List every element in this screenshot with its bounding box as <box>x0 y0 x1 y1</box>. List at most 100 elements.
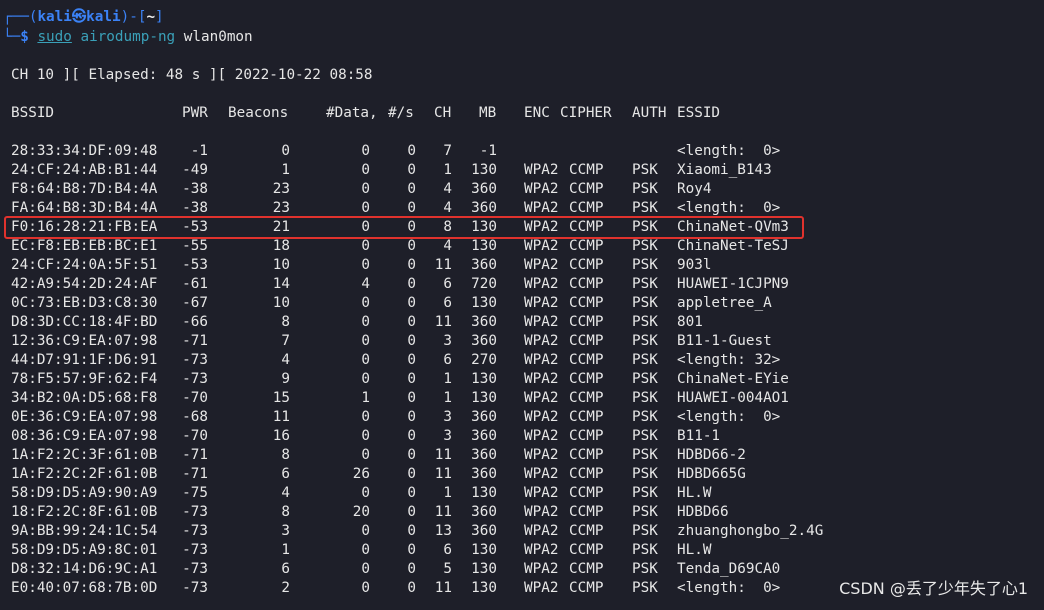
cell-auth: PSK <box>632 504 658 520</box>
cell-mb: 360 <box>471 409 497 425</box>
cell-per-s: 0 <box>407 314 416 330</box>
cell-beacons: 1 <box>281 162 290 178</box>
table-row: 42:A9:54:2D:24:AF -61 14 4 0 6 720 WPA2 CCMP PSK H… <box>0 275 1044 294</box>
cell-beacons: 18 <box>272 238 290 254</box>
cell-cipher: CCMP <box>569 485 604 501</box>
cell-ch: 1 <box>443 371 452 387</box>
cell-data: 0 <box>361 428 370 444</box>
cell-ch: 3 <box>443 333 452 349</box>
table-row: EC:F8:EB:EB:BC:E1 -55 18 0 0 4 130 WPA2 CCMP PSK C… <box>0 237 1044 256</box>
cell-data: 0 <box>361 181 370 197</box>
cell-auth: PSK <box>632 352 658 368</box>
command-program: airodump-ng <box>80 29 176 45</box>
cell-pwr: -67 <box>182 295 208 311</box>
cell-enc: WPA2 <box>524 257 559 273</box>
cell-pwr: -73 <box>182 504 208 520</box>
cell-data: 0 <box>361 447 370 463</box>
cell-auth: PSK <box>632 333 658 349</box>
cell-data: 0 <box>361 523 370 539</box>
cell-cipher: CCMP <box>569 523 604 539</box>
cell-ch: 11 <box>434 466 452 482</box>
cell-bssid: 42:A9:54:2D:24:AF <box>11 276 158 292</box>
table-row: 08:36:C9:EA:07:98 -70 16 0 0 3 360 WPA2 CCMP PSK B… <box>0 427 1044 446</box>
cell-beacons: 23 <box>272 181 290 197</box>
cell-essid: Xiaomi_B143 <box>677 162 772 178</box>
cell-enc: WPA2 <box>524 371 559 387</box>
cell-cipher: CCMP <box>569 257 604 273</box>
cell-beacons: 4 <box>281 352 290 368</box>
prompt-corner: └─ <box>3 29 21 45</box>
cell-bssid: 08:36:C9:EA:07:98 <box>11 428 158 444</box>
cell-bssid: 1A:F2:2C:3F:61:0B <box>11 447 158 463</box>
cell-ch: 6 <box>443 295 452 311</box>
cell-essid: HDBD66 <box>677 504 729 520</box>
cell-pwr: -71 <box>182 333 208 349</box>
column-header-pwr: PWR <box>182 105 208 121</box>
cell-enc: WPA2 <box>524 561 559 577</box>
cell-data: 0 <box>361 352 370 368</box>
table-row: 1A:F2:2C:3F:61:0B -71 8 0 0 11 360 WPA2 CCMP PSK H… <box>0 446 1044 465</box>
cell-pwr: -70 <box>182 390 208 406</box>
cell-per-s: 0 <box>407 504 416 520</box>
cell-data: 0 <box>361 580 370 596</box>
cell-cipher: CCMP <box>569 314 604 330</box>
cell-enc: WPA2 <box>524 390 559 406</box>
status-line: CH 10 ][ Elapsed: 48 s ][ 2022-10-22 08:… <box>11 67 373 83</box>
prompt-end-bracket: ] <box>155 9 164 25</box>
cell-cipher: CCMP <box>569 276 604 292</box>
cell-cipher: CCMP <box>569 295 604 311</box>
cell-mb: 130 <box>471 561 497 577</box>
cell-pwr: -61 <box>182 276 208 292</box>
prompt-close-bracket: )-[ <box>120 9 147 25</box>
cell-pwr: -75 <box>182 485 208 501</box>
column-header-beacons: Beacons <box>228 105 289 121</box>
cell-enc: WPA2 <box>524 276 559 292</box>
cell-beacons: 2 <box>281 580 290 596</box>
cell-bssid: 12:36:C9:EA:07:98 <box>11 333 158 349</box>
cell-ch: 6 <box>443 276 452 292</box>
cell-pwr: -73 <box>182 561 208 577</box>
table-row: 12:36:C9:EA:07:98 -71 7 0 0 3 360 WPA2 CCMP PSK B1… <box>0 332 1044 351</box>
cell-data: 0 <box>361 257 370 273</box>
cell-beacons: 10 <box>272 295 290 311</box>
cell-pwr: -70 <box>182 428 208 444</box>
prompt-at-symbol: ㉿ <box>71 9 87 25</box>
cell-auth: PSK <box>632 295 658 311</box>
cell-beacons: 8 <box>281 504 290 520</box>
cell-ch: 3 <box>443 428 452 444</box>
table-row: 0E:36:C9:EA:07:98 -68 11 0 0 3 360 WPA2 CCMP PSK <… <box>0 408 1044 427</box>
cell-enc: WPA2 <box>524 542 559 558</box>
cell-ch: 6 <box>443 352 452 368</box>
cell-cipher: CCMP <box>569 542 604 558</box>
cell-enc: WPA2 <box>524 485 559 501</box>
cell-pwr: -73 <box>182 371 208 387</box>
cell-bssid: 58:D9:D5:A9:90:A9 <box>11 485 158 501</box>
cell-bssid: 0E:36:C9:EA:07:98 <box>11 409 158 425</box>
column-header-mb: MB <box>479 105 497 121</box>
cell-essid: zhuanghongbo_2.4G <box>677 523 824 539</box>
command-sudo: sudo <box>37 29 72 45</box>
cell-mb: 130 <box>471 295 497 311</box>
cell-per-s: 0 <box>407 485 416 501</box>
cell-mb: 360 <box>471 466 497 482</box>
cell-bssid: 24:CF:24:AB:B1:44 <box>11 162 158 178</box>
cell-pwr: -49 <box>182 162 208 178</box>
cell-per-s: 0 <box>407 295 416 311</box>
cell-beacons: 6 <box>281 466 290 482</box>
cell-mb: 360 <box>471 428 497 444</box>
cell-essid: <length: 0> <box>677 580 781 596</box>
cell-auth: PSK <box>632 485 658 501</box>
cell-data: 0 <box>361 333 370 349</box>
cell-data: 0 <box>361 238 370 254</box>
table-row: 28:33:34:DF:09:48 -1 0 0 0 7 -1 <length: 0> <box>0 142 1044 161</box>
cell-cipher: CCMP <box>569 409 604 425</box>
cell-data: 0 <box>361 295 370 311</box>
cell-per-s: 0 <box>407 257 416 273</box>
cell-pwr: -55 <box>182 238 208 254</box>
cell-bssid: EC:F8:EB:EB:BC:E1 <box>11 238 158 254</box>
cell-enc: WPA2 <box>524 523 559 539</box>
terminal-window[interactable]: ┌──(kali㉿kali)-[~] └─$ sudo airodump-ng … <box>0 0 1044 610</box>
column-header-cipher: CIPHER <box>560 105 612 121</box>
cell-enc: WPA2 <box>524 447 559 463</box>
table-row: 24:CF:24:0A:5F:51 -53 10 0 0 11 360 WPA2 CCMP PSK… <box>0 256 1044 275</box>
